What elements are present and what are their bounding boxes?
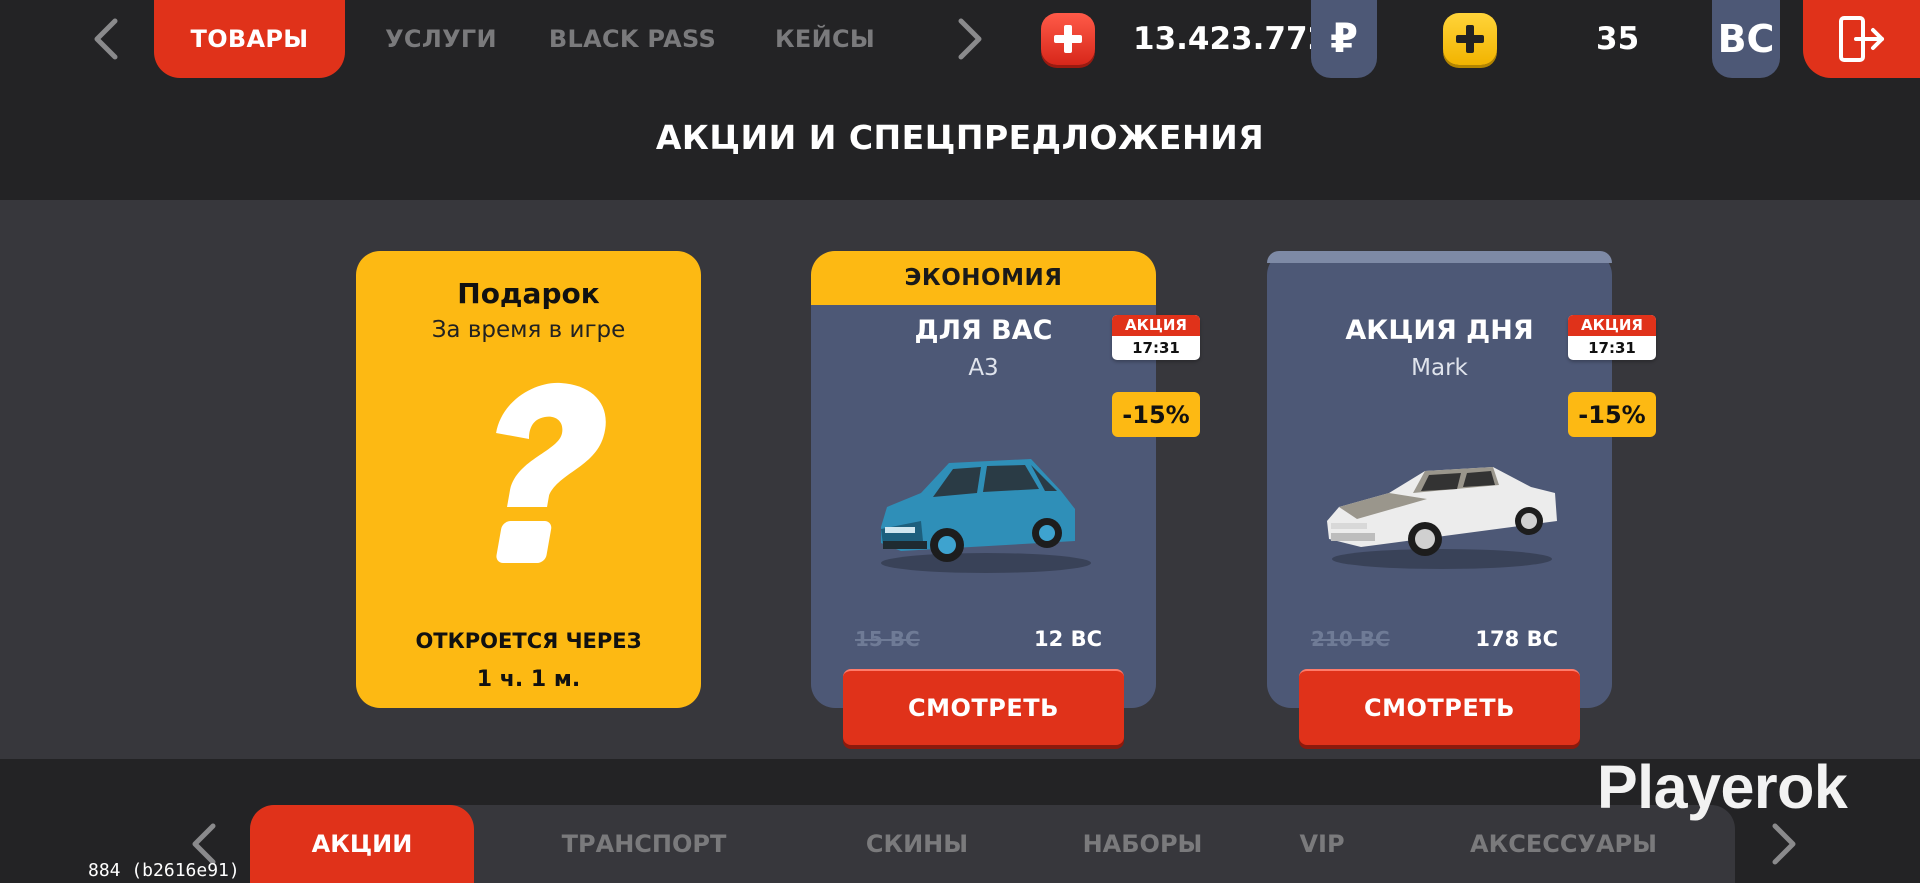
top-tab-services[interactable]: УСЛУГИ bbox=[370, 0, 512, 78]
top-tab-cases[interactable]: КЕЙСЫ bbox=[760, 0, 890, 78]
promo-badge-time: 17:31 bbox=[1588, 339, 1636, 357]
bottom-tab-skins[interactable]: СКИНЫ bbox=[845, 805, 989, 883]
offer-title: ДЛЯ ВАС bbox=[914, 315, 1053, 346]
sedan-car-image bbox=[1327, 467, 1557, 569]
top-tab-goods[interactable]: ТОВАРЫ bbox=[154, 0, 345, 78]
section-title: АКЦИИ И СПЕЦПРЕДЛОЖЕНИЯ bbox=[655, 118, 1265, 157]
add-rubles-button[interactable] bbox=[1041, 13, 1095, 65]
new-price: 12 BC bbox=[1034, 627, 1102, 651]
view-offer-button[interactable]: СМОТРЕТЬ bbox=[843, 669, 1124, 745]
gift-title: Подарок bbox=[457, 277, 600, 310]
bottom-tab-bundles[interactable]: НАБОРЫ bbox=[1060, 805, 1225, 883]
bottom-tab-vip[interactable]: VIP bbox=[1285, 805, 1359, 883]
exit-door-icon bbox=[1838, 16, 1884, 62]
promo-badge-label: АКЦИЯ bbox=[1568, 315, 1656, 336]
exit-button[interactable] bbox=[1803, 0, 1920, 78]
ruble-currency-icon: ₽ bbox=[1311, 0, 1377, 78]
question-mark-icon bbox=[356, 371, 701, 571]
watermark: Playerok bbox=[1597, 753, 1848, 821]
offer-car-name: Mark bbox=[1411, 355, 1468, 381]
gift-card[interactable]: Подарок За время в игре ОТКРОЕТСЯ ЧЕРЕЗ … bbox=[356, 251, 701, 708]
old-price: 210 BC bbox=[1311, 627, 1390, 651]
rubles-balance: 13.423.772 bbox=[1133, 21, 1330, 57]
offer-title: АКЦИЯ ДНЯ bbox=[1345, 315, 1534, 346]
add-bc-button[interactable] bbox=[1443, 13, 1497, 65]
offer-car-name: A3 bbox=[968, 355, 999, 381]
bottom-tab-transport[interactable]: ТРАНСПОРТ bbox=[540, 805, 748, 883]
top-tab-black-pass[interactable]: BLACK PASS bbox=[545, 0, 720, 78]
promo-timer-badge: АКЦИЯ 17:31 bbox=[1112, 315, 1200, 360]
gift-subtitle: За время в игре bbox=[431, 317, 626, 343]
build-info: 884 (b2616e91) bbox=[88, 860, 240, 881]
gift-opens-time: 1 ч. 1 м. bbox=[476, 667, 581, 692]
discount-badge: -15% bbox=[1112, 392, 1200, 437]
bottom-tab-promotions[interactable]: АКЦИИ bbox=[250, 805, 474, 883]
promo-timer-badge: АКЦИЯ 17:31 bbox=[1568, 315, 1656, 360]
view-offer-button[interactable]: СМОТРЕТЬ bbox=[1299, 669, 1580, 745]
hatchback-car-image bbox=[881, 459, 1091, 573]
offer-header-strip bbox=[1267, 251, 1612, 263]
offer-card-for-you: ЭКОНОМИЯ ДЛЯ ВАС A3 АКЦИЯ 17:31 -15% 15 … bbox=[811, 251, 1200, 745]
bc-currency-badge: BC bbox=[1712, 0, 1780, 78]
top-nav-next-arrow-icon[interactable] bbox=[951, 18, 991, 60]
offer-card-deal-of-day: АКЦИЯ ДНЯ Mark АКЦИЯ 17:31 -15% 210 BC 1… bbox=[1267, 251, 1656, 745]
old-price: 15 BC bbox=[855, 627, 920, 651]
plus-icon bbox=[1054, 25, 1082, 53]
promo-badge-time: 17:31 bbox=[1132, 339, 1180, 357]
gift-opens-label: ОТКРОЕТСЯ ЧЕРЕЗ bbox=[415, 629, 642, 653]
top-nav-prev-arrow-icon[interactable] bbox=[85, 18, 125, 60]
new-price: 178 BC bbox=[1475, 627, 1558, 651]
bottom-nav-next-arrow-icon[interactable] bbox=[1765, 823, 1805, 865]
bc-balance: 35 bbox=[1596, 21, 1640, 57]
promo-badge-label: АКЦИЯ bbox=[1112, 315, 1200, 336]
offer-header-economy: ЭКОНОМИЯ bbox=[811, 251, 1156, 305]
discount-badge: -15% bbox=[1568, 392, 1656, 437]
bottom-nav-prev-arrow-icon[interactable] bbox=[183, 823, 223, 865]
plus-icon bbox=[1456, 25, 1484, 53]
